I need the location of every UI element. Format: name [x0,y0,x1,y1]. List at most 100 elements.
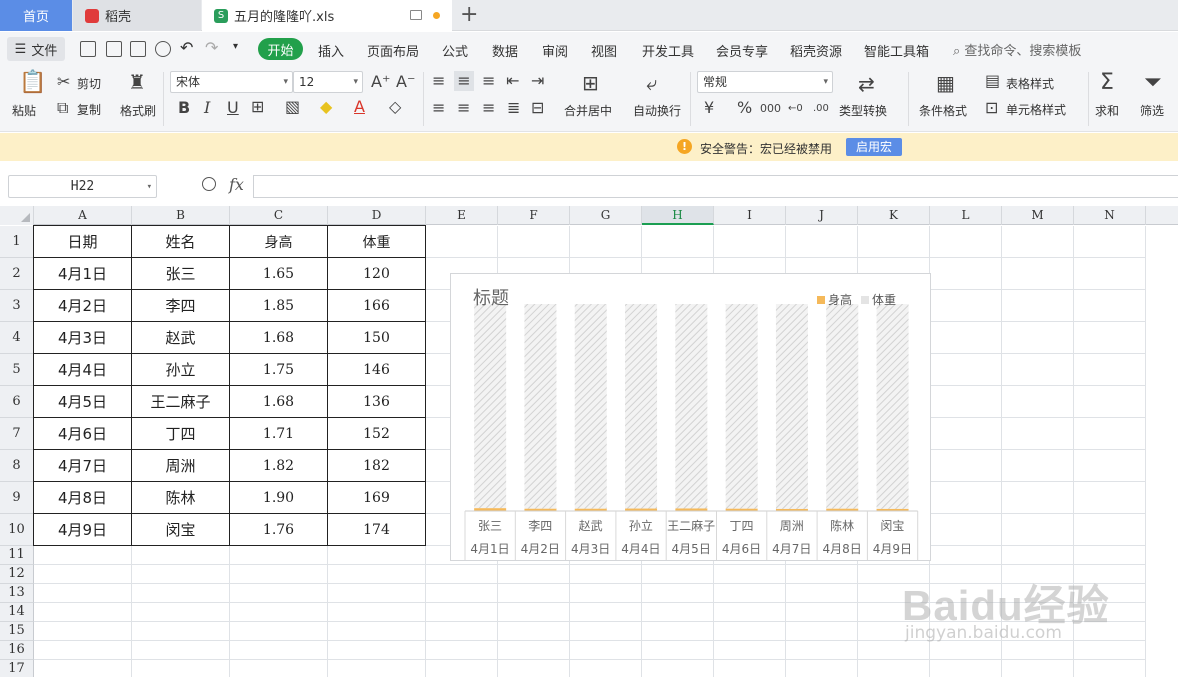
empty-cell[interactable] [1002,386,1074,418]
empty-cell[interactable] [498,622,570,641]
cell-style-button[interactable]: 单元格样式 [1006,101,1066,118]
align-left-icon[interactable]: ≡ [432,100,445,116]
align-center-icon[interactable]: ≡ [457,100,470,116]
bar-weight[interactable] [876,304,909,509]
empty-cell[interactable] [570,641,642,660]
row-header-5[interactable]: 5 [0,354,34,386]
empty-cell[interactable] [1074,354,1146,386]
empty-cell[interactable] [714,584,786,603]
copy-icon[interactable]: ⧉ [57,100,68,116]
bar-weight[interactable] [524,304,557,509]
bar-weight[interactable] [474,304,507,509]
increase-decimal-icon[interactable]: ←0 [788,101,803,117]
font-color-icon[interactable]: A [354,99,365,115]
table-cell[interactable]: 陈林 [131,481,230,514]
table-style-icon[interactable]: ▤ [985,73,1000,89]
column-header-i[interactable]: I [714,206,786,225]
row-header-3[interactable]: 3 [0,290,34,322]
empty-cell[interactable] [570,226,642,258]
empty-cell[interactable] [786,660,858,677]
format-painter-button[interactable]: 格式刷 [120,102,156,119]
empty-cell[interactable] [132,546,230,565]
empty-cell[interactable] [230,660,328,677]
empty-cell[interactable] [132,622,230,641]
empty-cell[interactable] [930,258,1002,290]
empty-cell[interactable] [930,660,1002,677]
empty-cell[interactable] [786,565,858,584]
empty-cell[interactable] [426,641,498,660]
table-cell[interactable]: 周洲 [131,449,230,482]
empty-cell[interactable] [786,603,858,622]
currency-icon[interactable]: ¥ [704,100,714,116]
distribute-icon[interactable]: ⊟ [531,100,544,116]
empty-cell[interactable] [642,584,714,603]
empty-cell[interactable] [1074,418,1146,450]
empty-cell[interactable] [1002,660,1074,677]
empty-cell[interactable] [570,660,642,677]
merge-center-button[interactable]: 合并居中 [564,102,612,119]
function-icon[interactable]: fx [229,175,244,194]
paste-button[interactable]: 粘贴 [12,102,36,119]
row-header-11[interactable]: 11 [0,546,34,565]
empty-cell[interactable] [1002,514,1074,546]
column-header-c[interactable]: C [230,206,328,225]
column-header-h[interactable]: H [642,206,714,225]
empty-cell[interactable] [858,660,930,677]
table-cell[interactable]: 李四 [131,289,230,322]
underline-button[interactable]: U [227,100,239,116]
table-cell[interactable]: 4月2日 [33,289,132,322]
column-header-b[interactable]: B [132,206,230,225]
enable-macro-button[interactable]: 启用宏 [846,138,902,156]
row-header-4[interactable]: 4 [0,322,34,354]
empty-cell[interactable] [328,584,426,603]
menu-formula[interactable]: 公式 [442,41,468,60]
conditional-format-button[interactable]: 条件格式 [919,102,967,119]
empty-cell[interactable] [426,660,498,677]
empty-cell[interactable] [426,603,498,622]
column-header-g[interactable]: G [570,206,642,225]
row-header-9[interactable]: 9 [0,482,34,514]
table-header-cell[interactable]: 姓名 [131,225,230,258]
empty-cell[interactable] [1074,482,1146,514]
font-size-select[interactable]: 12 ▾ [293,71,363,93]
empty-cell[interactable] [786,584,858,603]
empty-cell[interactable] [930,418,1002,450]
table-cell[interactable]: 张三 [131,257,230,290]
empty-cell[interactable] [642,603,714,622]
empty-cell[interactable] [930,354,1002,386]
row-header-6[interactable]: 6 [0,386,34,418]
fill-pattern-icon[interactable]: ▧ [285,99,300,115]
empty-cell[interactable] [328,565,426,584]
empty-cell[interactable] [328,660,426,677]
row-header-7[interactable]: 7 [0,418,34,450]
empty-cell[interactable] [930,514,1002,546]
table-cell[interactable]: 182 [327,449,426,482]
empty-cell[interactable] [930,322,1002,354]
empty-cell[interactable] [930,386,1002,418]
filter-button[interactable]: 筛选 [1140,102,1164,119]
empty-cell[interactable] [714,641,786,660]
row-header-2[interactable]: 2 [0,258,34,290]
table-header-cell[interactable]: 身高 [229,225,328,258]
table-cell[interactable]: 孙立 [131,353,230,386]
empty-cell[interactable] [642,622,714,641]
empty-cell[interactable] [570,603,642,622]
table-cell[interactable]: 丁四 [131,417,230,450]
empty-cell[interactable] [1074,322,1146,354]
number-format-select[interactable]: 常规 ▾ [697,71,833,93]
table-cell[interactable]: 4月3日 [33,321,132,354]
empty-cell[interactable] [1074,290,1146,322]
row-header-1[interactable]: 1 [0,226,34,258]
bold-button[interactable]: B [178,100,190,116]
eraser-icon[interactable]: ◇ [389,99,401,115]
increase-font-icon[interactable]: A⁺ [371,74,390,90]
table-cell[interactable]: 4月7日 [33,449,132,482]
empty-cell[interactable] [498,660,570,677]
align-right-icon[interactable]: ≡ [482,100,495,116]
table-cell[interactable]: 赵武 [131,321,230,354]
empty-cell[interactable] [1002,418,1074,450]
table-cell[interactable]: 152 [327,417,426,450]
menu-insert[interactable]: 插入 [318,41,344,60]
empty-cell[interactable] [34,641,132,660]
table-cell[interactable]: 150 [327,321,426,354]
